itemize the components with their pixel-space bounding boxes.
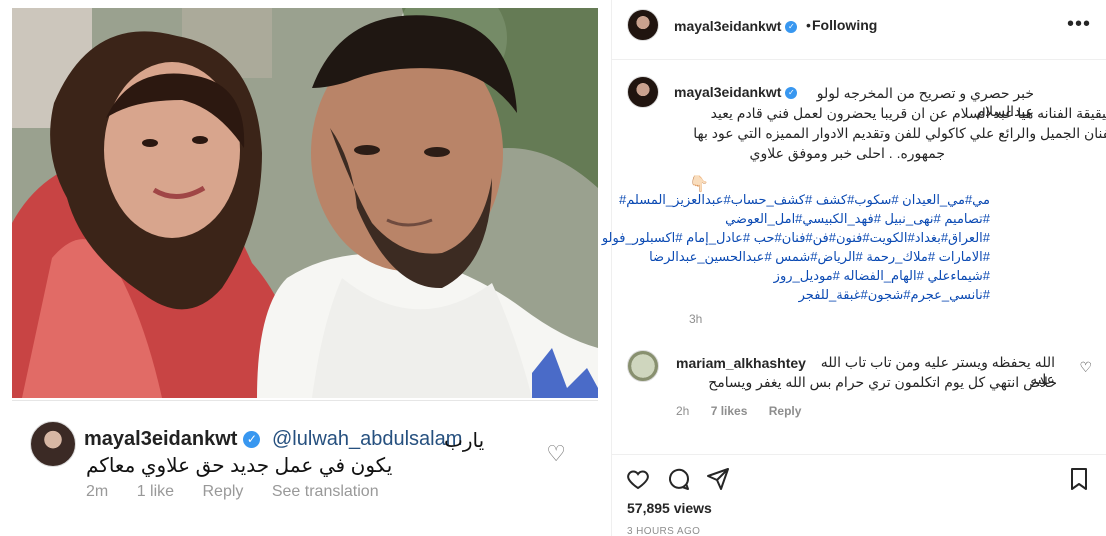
comment-item: mariam_alkhashtey الله يحفظه ويستر عليه … xyxy=(627,350,1097,420)
post-time-ago: 3 HOURS AGO xyxy=(627,526,701,536)
views-count[interactable]: 57,895 views xyxy=(627,500,712,516)
embedded-comment-avatar xyxy=(30,421,76,467)
hashtag-line[interactable]: #شيماءعلي #الهام_الفضاله #موديل_روز xyxy=(674,266,990,285)
embedded-comment-likes: 1 like xyxy=(136,483,175,500)
comment-heart-icon[interactable]: ♡ xyxy=(1079,359,1092,376)
comment-bubble-icon[interactable] xyxy=(664,465,692,493)
comment-username[interactable]: mariam_alkhashtey xyxy=(676,355,806,371)
embedded-comment-mention: @lulwah_abdulsalam xyxy=(272,428,463,450)
caption-line4: جمهوره. . احلى خبر وموفق علاوي xyxy=(749,145,946,161)
hashtag-list[interactable]: مي#مي_العيدان #سكوب#كشف #كشف_حساب#عبدالع… xyxy=(602,190,990,304)
comment-text-line2: خلاص انتهي كل يوم اتكلمون تري حرام بس ال… xyxy=(708,374,1057,390)
save-bookmark-icon[interactable] xyxy=(1065,465,1093,493)
hashtag-line[interactable]: #الامارات #ملاك_رحمة #الرياض#شمس #عبدالح… xyxy=(649,247,990,266)
hashtag-line[interactable]: #العراق#بغداد#الكويت#فنون#فن#فنان#حب #عا… xyxy=(602,228,990,247)
comment-meta: 2h 7 likes Reply xyxy=(676,404,819,418)
verified-badge-icon: ✓ xyxy=(785,87,798,100)
embedded-comment-see-translation: See translation xyxy=(271,483,379,500)
comment-time: 2h xyxy=(676,404,690,418)
embedded-comment-card: mayal3eidankwt ✓ @lulwah_abdulsalam يارب … xyxy=(12,400,598,536)
post-header: mayal3eidankwt ✓ • Following ••• xyxy=(612,0,1106,60)
share-send-icon[interactable] xyxy=(704,465,732,493)
more-options-icon[interactable]: ••• xyxy=(1067,13,1091,36)
embedded-comment-reply: Reply xyxy=(202,483,244,500)
post-media: mayal3eidankwt ✓ @lulwah_abdulsalam يارب … xyxy=(0,0,611,536)
embedded-comment-time: 2m xyxy=(86,483,109,500)
comment-avatar[interactable] xyxy=(627,350,659,382)
like-heart-icon[interactable] xyxy=(624,465,652,493)
header-username[interactable]: mayal3eidankwt ✓ xyxy=(674,18,798,34)
action-bar xyxy=(612,454,1106,494)
embedded-heart-icon: ♡ xyxy=(546,441,566,466)
couple-photo xyxy=(12,8,598,398)
hashtag-line[interactable]: #نانسي_عجرم#شجون#غبقة_للفجر xyxy=(674,285,990,304)
verified-badge-icon: ✓ xyxy=(243,431,261,449)
comment-reply-button[interactable]: Reply xyxy=(769,404,802,418)
caption-time: 3h xyxy=(689,312,703,326)
post-details-panel: mayal3eidankwt ✓ • Following ••• mayal3ei… xyxy=(602,0,1106,536)
embedded-comment-meta: 2m 1 like Reply See translation xyxy=(86,483,403,501)
post-photo xyxy=(12,8,598,398)
separator-dot: • xyxy=(806,17,811,33)
embedded-comment-username: mayal3eidankwt ✓ xyxy=(84,428,261,451)
comment-likes[interactable]: 7 likes xyxy=(711,404,748,418)
caption-avatar[interactable] xyxy=(627,76,659,108)
hashtag-line[interactable]: مي#مي_العيدان #سكوب#كشف #كشف_حساب#عبدالع… xyxy=(619,190,990,209)
following-button[interactable]: Following xyxy=(812,17,877,33)
caption-line2: شيقيقة الفنانه هيا عبد السلام عن ان قريب… xyxy=(710,105,1106,121)
profile-avatar[interactable] xyxy=(627,9,659,41)
embedded-comment-text-line2: يكون في عمل جديد حق علاوي معاكم xyxy=(86,455,393,477)
verified-badge-icon: ✓ xyxy=(785,21,798,34)
caption-line3: الفنان الجميل والرائع علي كاكولي للفن وت… xyxy=(693,125,1106,141)
caption-username[interactable]: mayal3eidankwt ✓ xyxy=(674,84,798,100)
hashtag-line[interactable]: #تصاميم #نهى_نبيل #فهد_الكبيسي#امل_العوض… xyxy=(674,209,990,228)
embedded-comment-text-line1: يارب xyxy=(444,430,485,452)
